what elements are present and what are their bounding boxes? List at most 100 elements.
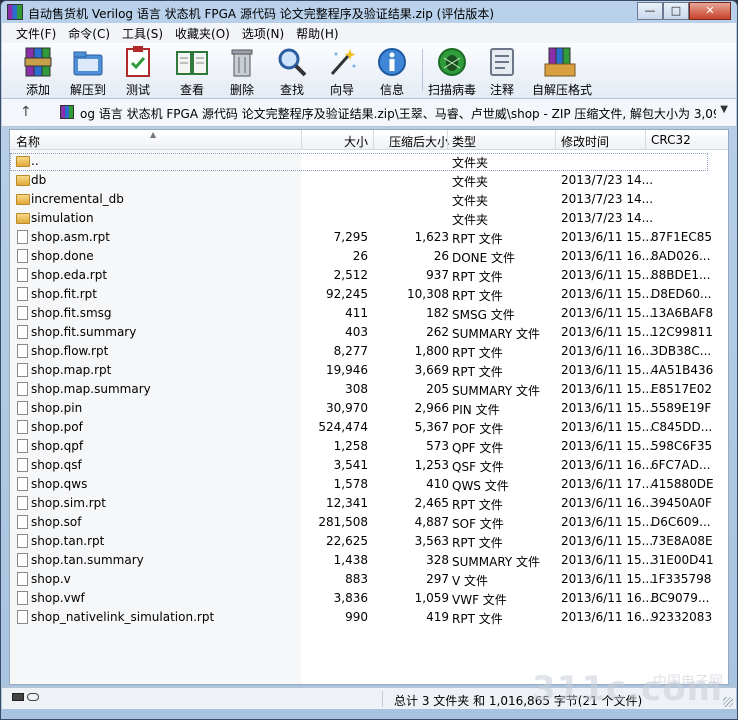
sfx-icon (543, 45, 577, 79)
comment-button[interactable]: 注释 (478, 45, 526, 98)
virus-scan-button[interactable]: 扫描病毒 (426, 45, 478, 98)
column-modified[interactable]: 修改时间 (561, 133, 609, 150)
column-type[interactable]: 类型 (452, 133, 476, 150)
column-divider[interactable] (373, 130, 374, 150)
column-size[interactable]: 大小 (306, 133, 368, 150)
archive-window: 自动售货机 Verilog 语言 状态机 FPGA 源代码 论文完整程序及验证结… (0, 0, 738, 720)
comment-icon (485, 45, 519, 79)
file-modified: 2013/6/11 15... (561, 553, 654, 567)
file-row[interactable]: shop.qpf 1,258 573 QPF 文件 2013/6/11 15... 598… (10, 437, 728, 456)
menu-tools[interactable]: 工具(S) (116, 23, 169, 43)
find-button[interactable]: 查找 (268, 45, 316, 98)
column-crc32[interactable]: CRC32 (651, 133, 691, 147)
file-size: 524,474 (318, 420, 368, 434)
menu-file[interactable]: 文件(F) (10, 23, 62, 43)
info-button[interactable]: 信息 (368, 45, 416, 98)
file-modified: 2013/6/11 15... (561, 401, 654, 415)
file-row[interactable]: shop.fit.smsg 411 182 SMSG 文件 2013/6/11 15..… (10, 304, 728, 323)
file-type: 文件夹 (452, 156, 489, 170)
file-modified: 2013/6/11 15... (561, 268, 654, 282)
file-row[interactable]: shop.pin 30,970 2,966 PIN 文件 2013/6/11 15...… (10, 399, 728, 418)
folder-row[interactable]: incremental_db 文件夹 2013/7/23 14... (10, 190, 728, 209)
file-name: shop.map.summary (31, 382, 151, 396)
file-row[interactable]: shop.map.summary 308 205 SUMMARY 文件 2013/6/1… (10, 380, 728, 399)
sfx-button[interactable]: 自解压格式 (532, 45, 592, 98)
file-icon (17, 344, 28, 358)
file-row[interactable]: shop.tan.summary 1,438 328 SUMMARY 文件 2013/6… (10, 551, 728, 570)
file-crc32: D8ED60... (651, 287, 712, 301)
file-row[interactable]: shop.pof 524,474 5,367 POF 文件 2013/6/11 15..… (10, 418, 728, 437)
key-icon[interactable] (27, 693, 39, 701)
wizard-button[interactable]: 向导 (318, 45, 366, 98)
column-divider[interactable] (447, 130, 448, 150)
file-row[interactable]: shop.map.rpt 19,946 3,669 RPT 文件 2013/6/11 1… (10, 361, 728, 380)
file-row[interactable]: shop.tan.rpt 22,625 3,563 RPT 文件 2013/6/11 1… (10, 532, 728, 551)
column-name[interactable]: 名称 (16, 133, 40, 150)
file-modified: 2013/6/11 16... (561, 496, 654, 510)
file-row[interactable]: shop.qws 1,578 410 QWS 文件 2013/6/11 17... 415… (10, 475, 728, 494)
file-crc32: 13A6BAF8 (651, 306, 714, 320)
file-packed-size: 262 (426, 325, 449, 339)
column-divider[interactable] (301, 130, 302, 150)
file-row[interactable]: shop_nativelink_simulation.rpt 990 419 RPT … (10, 608, 728, 627)
chevron-down-icon[interactable]: ▼ (720, 104, 728, 115)
file-packed-size: 410 (426, 477, 449, 491)
winrar-app-icon[interactable] (7, 4, 23, 20)
resize-grip[interactable] (723, 697, 733, 707)
test-button[interactable]: 测试 (114, 45, 162, 98)
file-icon (17, 306, 28, 320)
comment-label: 注释 (489, 83, 514, 97)
file-icon (17, 249, 28, 263)
file-row[interactable]: shop.eda.rpt 2,512 937 RPT 文件 2013/6/11 15..… (10, 266, 728, 285)
file-row[interactable]: shop.sim.rpt 12,341 2,465 RPT 文件 2013/6/11 1… (10, 494, 728, 513)
file-crc32: 6FC7AD... (651, 458, 711, 472)
extract-to-button[interactable]: 解压到 (64, 45, 112, 98)
title-bar[interactable]: 自动售货机 Verilog 语言 状态机 FPGA 源代码 论文完整程序及验证结… (1, 1, 737, 23)
file-list[interactable]: 名称 ▲ 大小 压缩后大小 类型 修改时间 CRC32 .. 文件夹 db 文件夹 20… (9, 129, 729, 685)
delete-button[interactable]: 删除 (218, 45, 266, 98)
file-name: shop.fit.rpt (31, 287, 97, 301)
file-row[interactable]: shop.fit.summary 403 262 SUMMARY 文件 2013/6/1… (10, 323, 728, 342)
file-row[interactable]: shop.fit.rpt 92,245 10,308 RPT 文件 2013/6/11 … (10, 285, 728, 304)
drive-icon[interactable] (12, 693, 24, 701)
file-size: 883 (345, 572, 368, 586)
file-row[interactable]: shop.asm.rpt 7,295 1,623 RPT 文件 2013/6/11 15… (10, 228, 728, 247)
minimize-button[interactable]: — (637, 2, 663, 20)
add-button[interactable]: 添加 (14, 45, 62, 98)
column-divider[interactable] (645, 130, 646, 150)
file-crc32: 5589E19F (651, 401, 712, 415)
delete-icon (225, 45, 259, 79)
menu-favorites[interactable]: 收藏夹(O) (169, 23, 236, 43)
address-path[interactable]: og 语言 状态机 FPGA 源代码 论文完整程序及验证结果.zip\王翠、马睿… (80, 105, 716, 122)
file-row[interactable]: shop.flow.rpt 8,277 1,800 RPT 文件 2013/6/11 1… (10, 342, 728, 361)
file-row[interactable]: shop.qsf 3,541 1,253 QSF 文件 2013/6/11 16... 6… (10, 456, 728, 475)
file-icon (17, 287, 28, 301)
file-type: RPT 文件 (452, 536, 503, 550)
file-name: shop.tan.summary (31, 553, 144, 567)
file-row[interactable]: shop.done 26 26 DONE 文件 2013/6/11 16... 8AD02… (10, 247, 728, 266)
menu-help[interactable]: 帮助(H) (290, 23, 344, 43)
view-icon (175, 45, 209, 79)
maximize-button[interactable]: □ (663, 2, 689, 20)
view-button[interactable]: 查看 (168, 45, 216, 98)
file-row[interactable]: shop.v 883 297 V 文件 2013/6/11 15... 1F335798 (10, 570, 728, 589)
test-label: 测试 (125, 83, 150, 97)
folder-icon (16, 194, 30, 205)
column-divider[interactable] (555, 130, 556, 150)
file-row[interactable]: shop.vwf 3,836 1,059 VWF 文件 2013/6/11 16... B… (10, 589, 728, 608)
column-packed-size[interactable]: 压缩后大小 (380, 133, 449, 150)
up-one-level-icon[interactable]: ↑ (20, 104, 32, 120)
folder-row[interactable]: db 文件夹 2013/7/23 14... (10, 171, 728, 190)
file-row[interactable]: shop.sof 281,508 4,887 SOF 文件 2013/6/11 15..… (10, 513, 728, 532)
menu-commands[interactable]: 命令(C) (62, 23, 116, 43)
menu-options[interactable]: 选项(N) (236, 23, 290, 43)
file-icon (17, 268, 28, 282)
close-button[interactable]: ✕ (689, 2, 731, 20)
file-icon (17, 477, 28, 491)
folder-row[interactable]: simulation 文件夹 2013/7/23 14... (10, 209, 728, 228)
file-modified: 2013/7/23 14... (561, 211, 654, 225)
file-size: 92,245 (326, 287, 368, 301)
folder-row[interactable]: .. 文件夹 (10, 152, 728, 171)
file-name: shop.sim.rpt (31, 496, 106, 510)
file-name: shop.flow.rpt (31, 344, 109, 358)
